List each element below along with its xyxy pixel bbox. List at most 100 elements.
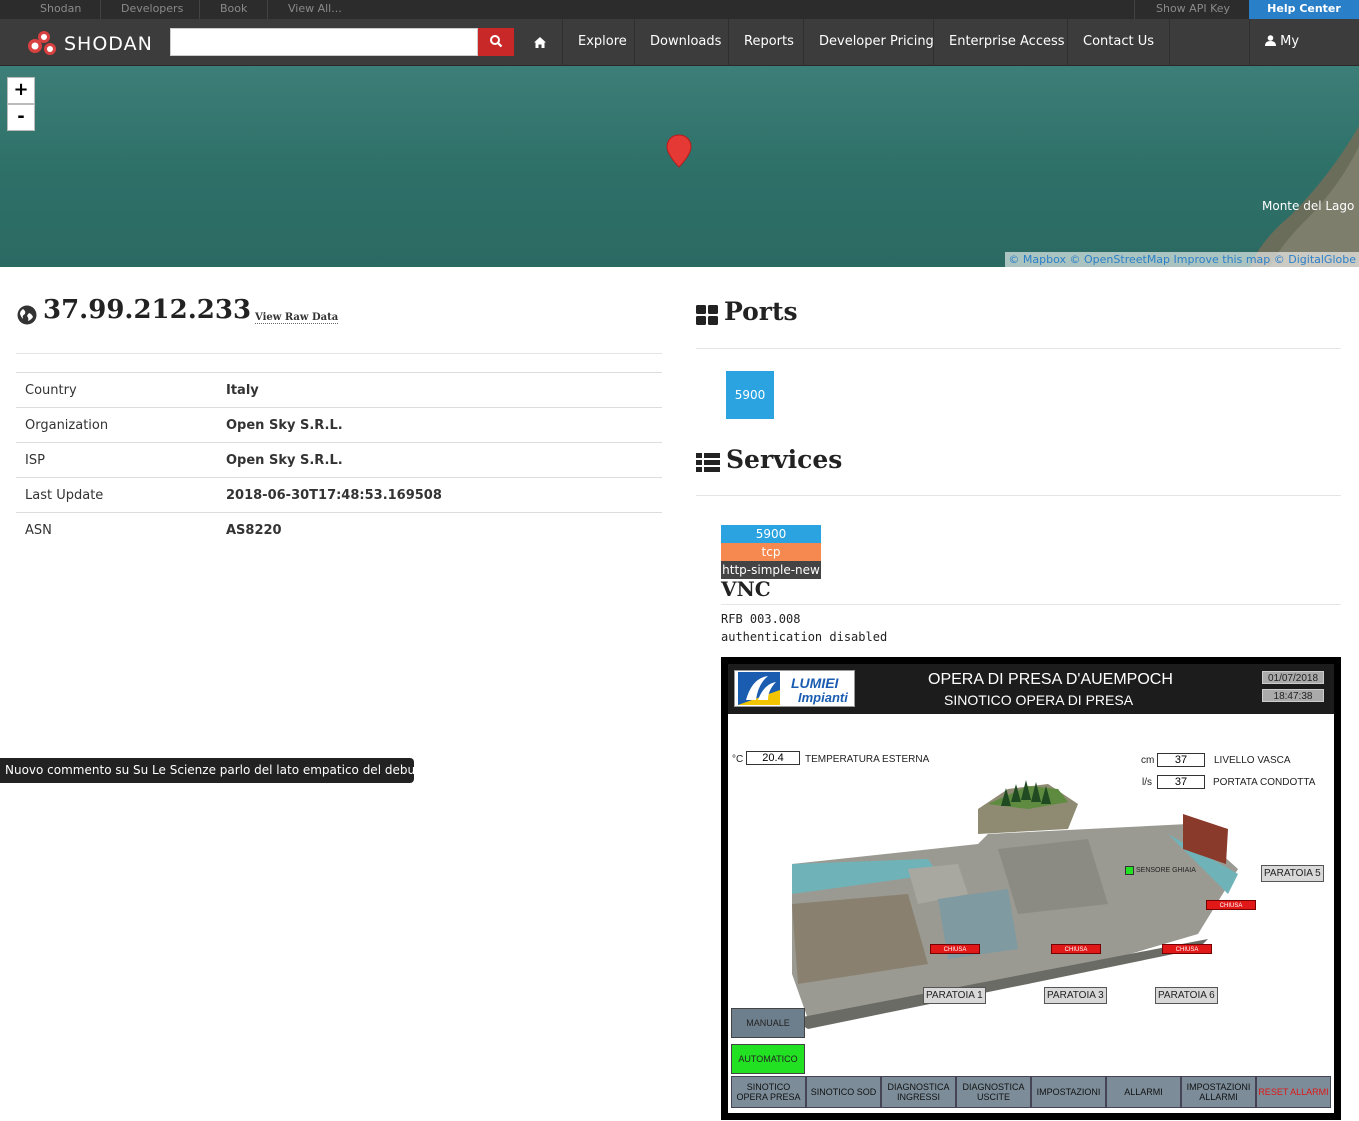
home-icon [534, 37, 546, 48]
impostazioni-allarmi-button: IMPOSTAZIONI ALLARMI [1181, 1076, 1256, 1108]
table-divider [16, 512, 662, 513]
table-divider [16, 407, 662, 408]
user-icon [1265, 35, 1276, 46]
scada-title: OPERA DI PRESA D'AUEMPOCH [928, 671, 1173, 688]
zoom-in-button[interactable]: + [7, 77, 35, 104]
services-heading: Services [726, 445, 843, 474]
service-name: VNC [721, 577, 771, 601]
level-field: 37 [1157, 753, 1205, 767]
paratoia-6-button: PARATOIA 6 [1155, 987, 1218, 1004]
search-icon [490, 34, 503, 47]
attrib-digitalglobe[interactable]: © DigitalGlobe [1274, 253, 1356, 266]
detail-value-country: Italy [226, 383, 259, 398]
map-place-label: Monte del Lago [1262, 199, 1355, 213]
scada-screen: LUMIEI Impianti OPERA DI PRESA D'AUEMPOC… [728, 664, 1334, 1113]
topbar-link-view-all[interactable]: View All... [288, 2, 342, 15]
sensor-indicator [1125, 866, 1134, 875]
detail-value-last-update: 2018-06-30T17:48:53.169508 [226, 488, 442, 503]
level-unit: cm [1141, 755, 1155, 766]
host-ip-title: 37.99.212.233 [43, 295, 252, 325]
shodan-logo-icon [28, 31, 56, 55]
notification-toast[interactable]: Nuovo commento su Su Le Scienze parlo de… [0, 758, 414, 783]
logo-line2: Impianti [798, 690, 848, 705]
table-divider [16, 372, 662, 373]
logo-line1: LUMIEI [791, 675, 839, 691]
paratoia-3-button: PARATOIA 3 [1044, 987, 1107, 1004]
search-button[interactable] [478, 28, 514, 56]
divider [696, 495, 1341, 496]
chiusa-indicator: CHIUSA [1162, 944, 1212, 954]
zoom-out-button[interactable]: - [7, 104, 35, 131]
banner-line: authentication disabled [721, 630, 888, 644]
nav-developer-pricing[interactable]: Developer Pricing [803, 19, 949, 66]
search-input[interactable] [170, 28, 478, 56]
paratoia-5-button: PARATOIA 5 [1261, 865, 1324, 882]
globe-icon [17, 305, 37, 325]
paratoia-1-button: PARATOIA 1 [923, 987, 986, 1004]
attrib-mapbox[interactable]: © Mapbox [1008, 253, 1066, 266]
diagnostica-ingressi-button: DIAGNOSTICA INGRESSI [881, 1076, 956, 1108]
ports-heading: Ports [724, 297, 798, 326]
chiusa-indicator: CHIUSA [1051, 944, 1101, 954]
divider [696, 348, 1341, 349]
temp-unit: °C [732, 754, 744, 765]
temp-field: 20.4 [746, 751, 800, 765]
topbar-link-developers[interactable]: Developers [121, 2, 183, 15]
shodan-logo[interactable]: SHODAN [26, 29, 152, 57]
top-bar: Shodan Developers Book View All... Show … [0, 0, 1359, 19]
lumiei-logo: LUMIEI Impianti [734, 670, 855, 707]
scada-time: 18:47:38 [1262, 689, 1324, 702]
temp-label: TEMPERATURA ESTERNA [805, 754, 930, 765]
detail-label-asn: ASN [25, 523, 52, 538]
help-center-button[interactable]: Help Center [1249, 0, 1359, 19]
my-account-button[interactable]: My Account [1249, 19, 1359, 95]
table-divider [16, 442, 662, 443]
table-divider [16, 477, 662, 478]
impostazioni-button: IMPOSTAZIONI [1031, 1076, 1106, 1108]
sinotico-opera-presa-button: SINOTICO OPERA PRESA [731, 1076, 806, 1108]
lumiei-logo-icon [738, 672, 780, 705]
vnc-screenshot[interactable]: LUMIEI Impianti OPERA DI PRESA D'AUEMPOC… [721, 657, 1341, 1120]
scada-bottom-bar: SINOTICO OPERA PRESA SINOTICO SOD DIAGNO… [731, 1076, 1331, 1108]
main-navbar: SHODAN Explore Downloads Reports Develop… [0, 19, 1359, 95]
detail-label-last-update: Last Update [25, 488, 104, 503]
attrib-improve[interactable]: Improve this map [1174, 253, 1271, 266]
reset-allarmi-button: RESET ALLARMI [1256, 1076, 1331, 1108]
diagnostica-uscite-button: DIAGNOSTICA USCITE [956, 1076, 1031, 1108]
nav-reports[interactable]: Reports [728, 19, 809, 66]
auto-mode-button: AUTOMATICO [731, 1044, 805, 1074]
detail-value-organization: Open Sky S.R.L. [226, 418, 343, 433]
location-map[interactable]: + - Monte del Lago © Mapbox © OpenStreet… [0, 66, 1359, 267]
logo-text: SHODAN [64, 33, 153, 55]
service-protocol-tag: tcp [721, 543, 821, 561]
th-list-icon [696, 453, 720, 472]
th-large-icon [696, 305, 718, 325]
show-api-key-link[interactable]: Show API Key [1156, 2, 1230, 15]
detail-label-country: Country [25, 383, 77, 398]
divider [721, 604, 1341, 605]
port-badge[interactable]: 5900 [726, 371, 774, 419]
nav-enterprise-access[interactable]: Enterprise Access [933, 19, 1080, 66]
chiusa-indicator: CHIUSA [930, 944, 980, 954]
view-raw-data-link[interactable]: View Raw Data [255, 312, 339, 324]
home-button[interactable] [525, 19, 555, 66]
nav-downloads[interactable]: Downloads [634, 19, 736, 66]
sinotico-sod-button: SINOTICO SOD [806, 1076, 881, 1108]
topbar-link-book[interactable]: Book [220, 2, 247, 15]
level-label: LIVELLO VASCA [1214, 755, 1291, 766]
divider [16, 353, 662, 354]
attrib-osm[interactable]: © OpenStreetMap [1070, 253, 1171, 266]
chiusa-indicator: CHIUSA [1206, 900, 1256, 910]
service-port-tag: 5900 [721, 525, 821, 543]
topbar-link-shodan[interactable]: Shodan [40, 2, 81, 15]
manual-mode-button: MANUALE [731, 1008, 805, 1038]
detail-value-asn: AS8220 [226, 523, 282, 538]
scada-header: LUMIEI Impianti OPERA DI PRESA D'AUEMPOC… [728, 664, 1334, 714]
scada-date: 01/07/2018 [1262, 671, 1324, 684]
nav-contact-us[interactable]: Contact Us [1067, 19, 1170, 66]
nav-explore[interactable]: Explore [562, 19, 642, 66]
allarmi-button: ALLARMI [1106, 1076, 1181, 1108]
detail-label-isp: ISP [25, 453, 45, 468]
sensor-label: SENSORE GHIAIA [1136, 867, 1196, 874]
map-pin-icon[interactable] [666, 134, 692, 170]
